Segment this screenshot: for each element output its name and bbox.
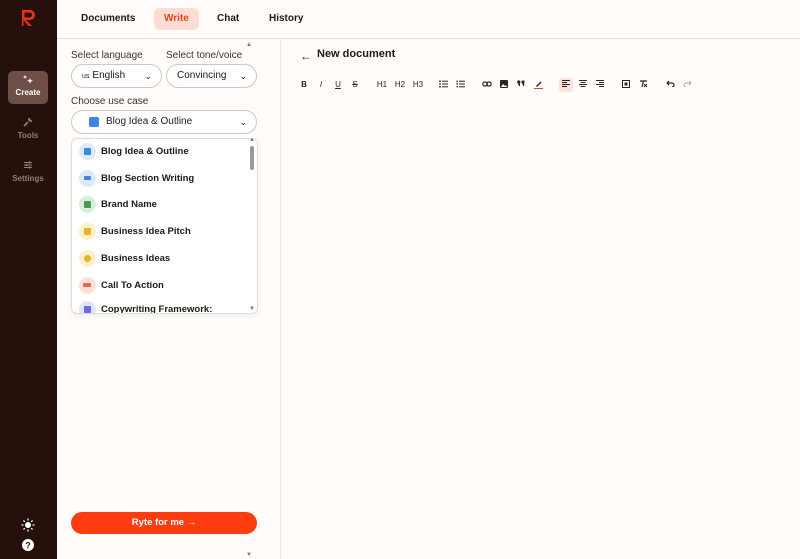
usecase-option[interactable]: Business Idea Pitch [79,222,247,242]
usecase-label: Choose use case [71,96,149,107]
sliders-icon [6,160,50,174]
quote-icon[interactable] [515,78,527,92]
article-icon [79,143,96,160]
button-icon [79,277,96,294]
tab-documents[interactable]: Documents [71,8,145,30]
chevron-down-icon: ⌄ [239,71,247,81]
tab-write[interactable]: Write [154,8,199,30]
rail-item-create[interactable]: Create [8,71,48,104]
rail-item-label: Tools [17,131,39,140]
editor-area: ← New document B I U S H1 H2 H3 [282,40,800,559]
panel-scroll-down-icon[interactable]: ▼ [246,552,252,558]
align-left-icon[interactable] [559,78,573,92]
usecase-select[interactable]: Blog Idea & Outline ⌄ [71,110,257,134]
usecase-value: Blog Idea & Outline [106,116,193,127]
dropdown-scroll-up-icon[interactable]: ▲ [249,137,255,143]
language-value: English [92,70,126,81]
tab-chat[interactable]: Chat [207,8,249,30]
numbered-list-icon[interactable] [454,78,466,92]
align-right-icon[interactable] [594,78,606,92]
rail-item-settings[interactable]: Settings [6,157,50,190]
svg-text:?: ? [25,541,31,551]
grid-icon [79,301,96,313]
tone-value: Convincing [177,70,227,81]
tone-select[interactable]: Convincing ⌄ [166,64,257,88]
bold-button[interactable]: B [298,78,310,92]
rail-item-tools[interactable]: Tools [8,114,48,147]
dropdown-scroll-down-icon[interactable]: ▼ [249,306,255,312]
heading-1-button[interactable]: H1 [374,78,390,92]
underline-button[interactable]: U [332,78,344,92]
rail-item-label: Create [15,88,41,97]
tab-history[interactable]: History [259,8,313,30]
app-logo[interactable] [20,8,36,28]
usecase-option[interactable]: Brand Name [79,195,247,215]
redo-icon[interactable] [681,78,693,92]
left-rail: Create Tools Settings ? [0,0,57,559]
strikethrough-button[interactable]: S [349,78,361,92]
us-flag-icon: us [82,73,90,80]
help-icon[interactable]: ? [21,538,35,552]
lines-icon [79,170,96,187]
clear-format-icon[interactable] [637,78,649,92]
panel-scroll-up-icon[interactable]: ▲ [246,42,252,48]
document-title: New document [317,48,396,60]
heading-2-button[interactable]: H2 [392,78,408,92]
usecase-option[interactable]: Blog Idea & Outline [79,142,247,162]
usecase-option[interactable]: Business Ideas [79,249,247,269]
italic-button[interactable]: I [315,78,327,92]
highlight-pen-icon[interactable] [532,78,544,92]
usecase-dropdown: Blog Idea & Outline Blog Section Writing… [71,138,258,314]
rail-item-label: Settings [12,174,44,183]
embed-icon[interactable] [620,78,632,92]
bullet-list-icon[interactable] [437,78,449,92]
undo-icon[interactable] [664,78,676,92]
wrench-icon [8,117,48,131]
sparkles-icon [8,74,48,88]
usecase-option[interactable]: Copywriting Framework: [79,300,247,313]
chevron-down-icon: ⌄ [144,71,152,81]
presentation-icon [79,223,96,240]
tag-icon [79,196,96,213]
language-select[interactable]: us English ⌄ [71,64,162,88]
top-tabs: Documents Write Chat History [57,0,800,39]
dropdown-scrollbar[interactable] [250,146,254,170]
lightbulb-icon [79,250,96,267]
usecase-option[interactable]: Call To Action [79,276,247,296]
chevron-down-icon: ⌄ [239,117,247,127]
write-form-panel: ▲ Select language Select tone/voice us En… [57,40,281,559]
align-center-icon[interactable] [577,78,589,92]
link-icon[interactable] [481,78,493,92]
ryte-for-me-button[interactable]: Ryte for me → [71,512,257,534]
tone-label: Select tone/voice [166,50,243,61]
back-arrow-icon[interactable]: ← [300,49,312,63]
language-label: Select language [71,50,143,61]
image-icon[interactable] [498,78,510,92]
article-icon [89,117,99,127]
heading-3-button[interactable]: H3 [410,78,426,92]
sun-icon[interactable] [21,518,35,532]
usecase-option[interactable]: Blog Section Writing [79,169,247,189]
